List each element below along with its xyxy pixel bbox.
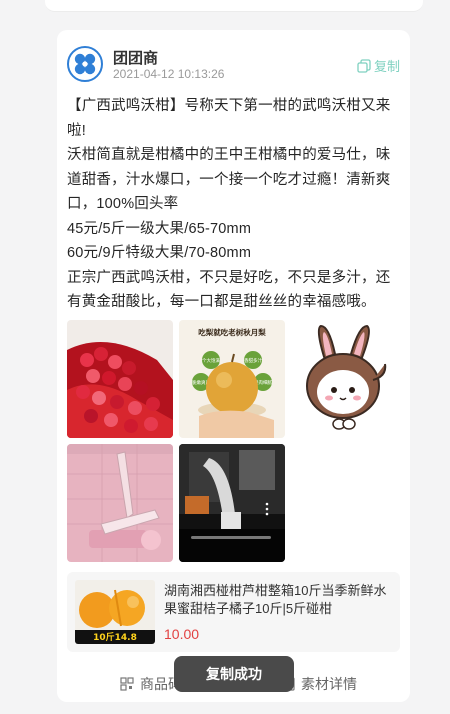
image-bunny-sticker[interactable] [291,320,397,438]
pear-tag: 个大饱满 [202,357,220,364]
product-card[interactable]: 10斤14.8 湖南湘西椪柑芦柑整箱10斤当季新鲜水果蜜甜桔子橘子10斤|5斤碰… [67,572,400,652]
goods-code-button[interactable]: 商品码 [120,674,182,694]
image-pear-poster[interactable]: 吃梨就吃老树秋月梨 个大饱满 香甜多汁 脆嫩爽口 果肉细腻 [179,320,285,438]
copy-button[interactable]: 复制 [357,56,400,75]
product-title: 湖南湘西椪柑芦柑整箱10斤当季新鲜水果蜜甜桔子橘子10斤|5斤碰柑 [164,583,387,616]
previous-post-card [45,0,423,12]
image-pomegranate[interactable] [67,320,173,438]
product-price: 10.00 [164,626,200,642]
clover-logo-icon [74,53,96,75]
copy-label: 复制 [373,59,400,74]
post-card: 团团商 2021-04-12 10:13:26 复制 【广西武鸣沃柑】号称天下第… [57,30,410,702]
product-thumbnail: 10斤14.8 [75,580,155,644]
content-line: 45元/5斤一级大果/65-70mm [67,220,252,237]
pear-poster-title: 吃梨就吃老树秋月梨 [198,327,266,337]
pear-tag: 香甜多汁 [244,357,262,364]
content-line: 沃柑简直就是柑橘中的王中王柑橘中的爱马仕，味道甜香，汁水爆口，一个接一个吃才过瘾… [67,147,391,212]
post-header: 团团商 2021-04-12 10:13:26 复制 [67,44,400,84]
material-detail-label: 素材详情 [301,676,357,692]
post-content: 【广西武鸣沃柑】号称天下第一柑的武鸣沃柑又来啦! 沃柑简直就是柑橘中的王中王柑橘… [67,94,402,315]
image-device-video[interactable] [179,444,285,562]
content-line: 60元/9斤特级大果/70-80mm [67,245,252,261]
product-thumb-badge: 10斤14.8 [93,631,137,643]
qr-code-icon [120,677,134,691]
avatar[interactable] [67,46,103,82]
content-line: 【广西武鸣沃柑】号称天下第一柑的武鸣沃柑又来啦! [67,98,391,139]
content-line: 正宗广西武鸣沃柑，不只是好吃，不只是多汁，还有黄金甜酸比，每一口都是甜丝丝的幸福… [67,269,391,311]
author-name: 团团商 [113,50,159,67]
toast-message: 复制成功 [174,656,294,692]
copy-icon [357,58,371,73]
post-timestamp: 2021-04-12 10:13:26 [113,67,225,81]
image-cosmetic-tube[interactable] [67,444,173,562]
